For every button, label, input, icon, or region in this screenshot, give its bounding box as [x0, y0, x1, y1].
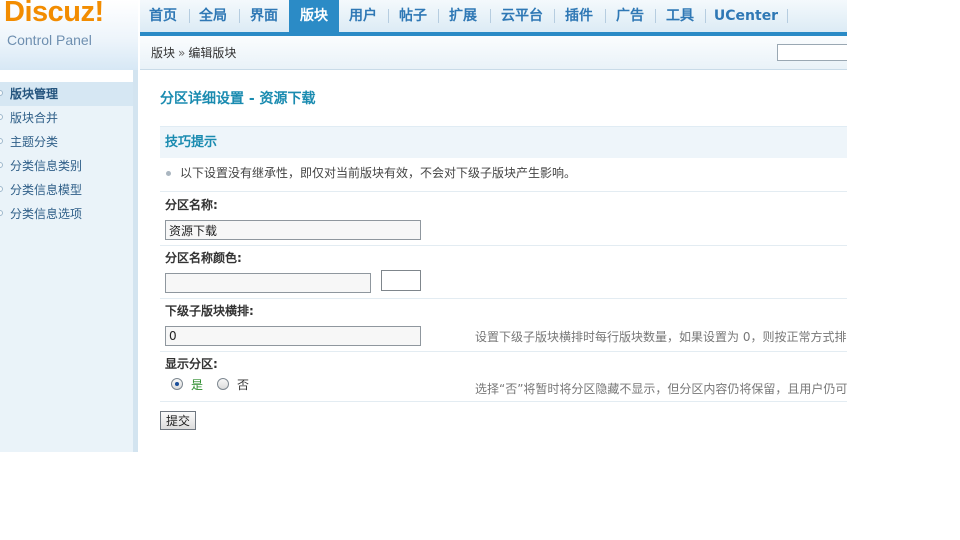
bullet-icon: [0, 90, 3, 96]
display-label: 显示分区:: [165, 357, 218, 371]
sidebar-item-label: 分类信息类别: [10, 159, 83, 173]
display-yes-radio[interactable]: [171, 378, 183, 390]
row-divider: [160, 298, 847, 299]
nav-item-tools[interactable]: 工具: [656, 0, 704, 32]
name-color-input[interactable]: [165, 273, 371, 293]
subforum-columns-input[interactable]: [165, 326, 421, 346]
sidebar-item-label: 分类信息选项: [10, 207, 83, 221]
tips-row: 以下设置没有继承性，即仅对当前版块有效，不会对下级子版块产生影响。: [160, 158, 847, 192]
display-yes-label[interactable]: 是: [191, 376, 203, 393]
sidebar-item-threadsort-models[interactable]: 分类信息模型: [0, 178, 133, 202]
submit-button[interactable]: 提交: [160, 411, 196, 430]
logo-subtitle: Control Panel: [7, 32, 92, 48]
sidebar-item-label: 分类信息模型: [10, 183, 83, 197]
sidebar-item-threadsort-types[interactable]: 分类信息类别: [0, 154, 133, 178]
nav-item-ucenter[interactable]: UCenter: [706, 0, 786, 32]
display-hint: 选择“否”将暂时将分区隐藏不显示，但分区内容仍将保留，且用户仍可: [475, 382, 847, 396]
row-divider: [160, 351, 847, 352]
nav-item-style[interactable]: 界面: [240, 0, 288, 32]
tips-title: 技巧提示: [165, 135, 218, 150]
bullet-icon: [0, 186, 3, 192]
breadcrumb-parent[interactable]: 版块: [151, 46, 175, 60]
display-no-label[interactable]: 否: [237, 376, 249, 393]
nav-item-extended[interactable]: 扩展: [439, 0, 487, 32]
header: Discuz! Control Panel 首页 全局 界面 版块 用户 帖子 …: [0, 0, 847, 70]
tips-text: 以下设置没有继承性，即仅对当前版块有效，不会对下级子版块产生影响。: [180, 166, 577, 180]
sidebar-item-thread-types[interactable]: 主题分类: [0, 130, 133, 154]
nav-item-user[interactable]: 用户: [340, 0, 386, 32]
logo-brand: Discuz!: [4, 0, 104, 28]
nav-item-home[interactable]: 首页: [140, 0, 186, 32]
name-label: 分区名称:: [165, 198, 218, 212]
tips-header: 技巧提示: [160, 126, 847, 158]
nav-item-plugin[interactable]: 插件: [555, 0, 603, 32]
sub-bar: 版块» 编辑版块: [140, 36, 847, 70]
nav-item-forum[interactable]: 版块: [289, 0, 339, 32]
columns-hint: 设置下级子版块横排时每行版块数量，如果设置为 0，则按正常方式排: [475, 330, 847, 344]
sidebar-spacer: [0, 70, 133, 82]
breadcrumb-current: 编辑版块: [188, 46, 237, 60]
sidebar-item-forum-merge[interactable]: 版块合并: [0, 106, 133, 130]
bullet-icon: [0, 210, 3, 216]
sidebar-item-forum-manage[interactable]: 版块管理: [0, 82, 133, 106]
sidebar-item-label: 主题分类: [10, 135, 59, 149]
columns-label: 下级子版块横排:: [165, 304, 254, 318]
bullet-icon: [166, 171, 171, 176]
sidebar-item-label: 版块合并: [10, 111, 59, 125]
menu-search-input[interactable]: [777, 44, 847, 61]
admin-panel: Discuz! Control Panel 首页 全局 界面 版块 用户 帖子 …: [0, 0, 847, 452]
display-no-radio[interactable]: [217, 378, 229, 390]
nav-item-global[interactable]: 全局: [190, 0, 236, 32]
nav-item-post[interactable]: 帖子: [389, 0, 437, 32]
nav-item-cloud[interactable]: 云平台: [491, 0, 553, 32]
breadcrumb: 版块» 编辑版块: [151, 36, 236, 69]
top-nav: 首页 全局 界面 版块 用户 帖子 扩展 云平台 插件 广告 工具 UCente…: [140, 0, 847, 36]
sidebar-item-label: 版块管理: [10, 87, 59, 101]
page-title: 分区详细设置 - 资源下载: [160, 91, 316, 107]
bullet-icon: [0, 138, 3, 144]
sidebar-item-threadsort-options[interactable]: 分类信息选项: [0, 202, 133, 226]
color-picker-button[interactable]: [381, 270, 421, 291]
bullet-icon: [0, 114, 3, 120]
row-divider: [160, 401, 847, 402]
logo[interactable]: Discuz! Control Panel: [0, 0, 138, 70]
row-divider: [160, 245, 847, 246]
sidebar: 版块管理 版块合并 主题分类 分类信息类别 分类信息模型 分类信息选项: [0, 70, 138, 452]
color-label: 分区名称颜色:: [165, 251, 242, 265]
nav-item-adv[interactable]: 广告: [606, 0, 654, 32]
forum-name-input[interactable]: [165, 220, 421, 240]
bullet-icon: [0, 162, 3, 168]
breadcrumb-separator: »: [178, 46, 186, 60]
main-content: 分区详细设置 - 资源下载 技巧提示 以下设置没有继承性，即仅对当前版块有效，不…: [160, 70, 847, 452]
nav-divider: [787, 9, 788, 23]
